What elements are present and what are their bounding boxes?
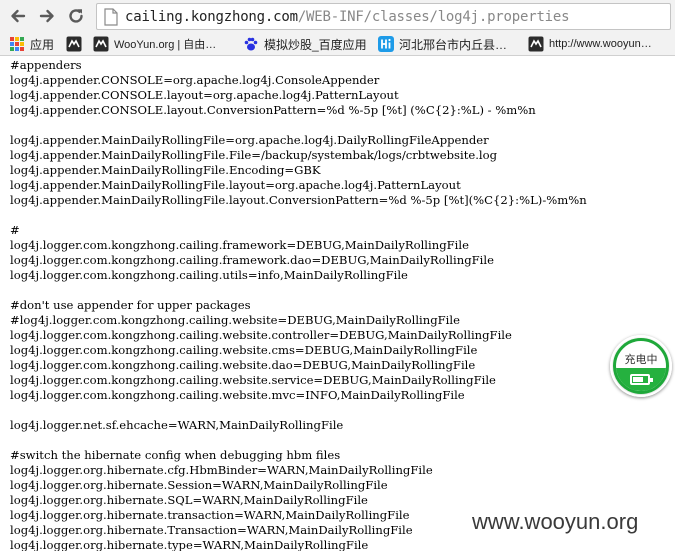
reload-icon: [69, 9, 83, 23]
file-line: log4j.logger.org.hibernate.Session=WARN,…: [10, 478, 388, 492]
file-line: log4j.logger.com.kongzhong.cailing.utils…: [10, 268, 408, 282]
file-line: log4j.logger.com.kongzhong.cailing.websi…: [10, 343, 478, 357]
bookmarks-bar: 应用 WooYun.org | 自由… 模拟炒股_百度应用 河北邢台市内丘县…: [0, 32, 675, 56]
file-line: log4j.appender.MainDailyRollingFile.layo…: [10, 193, 587, 207]
file-line: #log4j.logger.com.kongzhong.cailing.webs…: [10, 313, 460, 327]
file-line: log4j.appender.CONSOLE.layout.Conversion…: [10, 103, 536, 117]
bookmark-label: 河北邢台市内丘县…: [399, 37, 508, 52]
file-line: log4j.logger.com.kongzhong.cailing.websi…: [10, 388, 465, 402]
file-content: #appenders log4j.appender.CONSOLE=org.apa…: [10, 58, 675, 551]
battery-icon: [630, 374, 653, 385]
file-line: #switch the hibernate config when debugg…: [10, 448, 341, 462]
bookmark-hebei[interactable]: 河北邢台市内丘县…: [378, 35, 507, 53]
back-button[interactable]: [7, 5, 29, 27]
file-line: log4j.logger.com.kongzhong.cailing.websi…: [10, 328, 512, 342]
address-bar[interactable]: cailing.kongzhong.com/WEB-INF/classes/lo…: [96, 3, 671, 30]
page-content: #appenders log4j.appender.CONSOLE=org.apa…: [0, 56, 675, 551]
file-line: log4j.logger.com.kongzhong.cailing.websi…: [10, 358, 476, 372]
battery-charging-widget[interactable]: 充电中: [610, 335, 672, 397]
file-line: log4j.appender.CONSOLE=org.apache.log4j.…: [10, 73, 380, 87]
forward-button[interactable]: [36, 5, 58, 27]
url-host: cailing.kongzhong.com: [125, 8, 298, 25]
file-line: log4j.appender.MainDailyRollingFile.layo…: [10, 178, 461, 192]
bookmark-wooyun[interactable]: WooYun.org | 自由…: [93, 35, 216, 53]
reload-button[interactable]: [65, 5, 87, 27]
file-line: [10, 283, 675, 298]
bookmark-apps[interactable]: 应用: [9, 35, 54, 53]
bookmark-label: 应用: [30, 37, 55, 52]
baidu-paw-icon: [244, 37, 258, 51]
file-line: #: [10, 223, 20, 237]
file-line: log4j.appender.MainDailyRollingFile.Enco…: [10, 163, 321, 177]
url-path: /WEB-INF/classes/log4j.properties: [297, 8, 570, 25]
battery-widget-band: [616, 368, 666, 391]
page-icon: [104, 7, 118, 26]
file-line: log4j.logger.com.kongzhong.cailing.websi…: [10, 373, 496, 387]
wooyun-logo-icon: [528, 36, 544, 52]
browser-toolbar: cailing.kongzhong.com/WEB-INF/classes/lo…: [0, 0, 675, 32]
battery-level-fill: [633, 377, 643, 382]
bookmark-baidu-stocks[interactable]: 模拟炒股_百度应用: [243, 35, 367, 53]
file-line: [10, 433, 675, 448]
wooyun-logo-icon: [66, 36, 82, 52]
arrow-left-icon: [11, 9, 26, 23]
file-line: [10, 208, 675, 223]
file-line: log4j.logger.org.hibernate.SQL=WARN,Main…: [10, 493, 368, 507]
apps-grid-icon: [10, 37, 24, 51]
address-bar-url: cailing.kongzhong.com/WEB-INF/classes/lo…: [125, 8, 570, 25]
bookmark-label: WooYun.org | 自由…: [114, 39, 217, 51]
file-line: [10, 118, 675, 133]
battery-widget-face: 充电中: [613, 338, 669, 394]
wooyun-logo-icon: [93, 36, 109, 52]
file-line: log4j.logger.org.hibernate.type=WARN,Mai…: [10, 538, 369, 551]
file-line: log4j.logger.net.sf.ehcache=WARN,MainDai…: [10, 418, 344, 432]
file-line: log4j.logger.org.hibernate.cfg.HbmBinder…: [10, 463, 433, 477]
arrow-right-icon: [39, 9, 54, 23]
file-line: log4j.appender.MainDailyRollingFile=org.…: [10, 133, 489, 147]
file-line: log4j.logger.com.kongzhong.cailing.frame…: [10, 253, 494, 267]
file-line: log4j.appender.CONSOLE.layout=org.apache…: [10, 88, 399, 102]
file-line: #appenders: [10, 58, 82, 72]
bookmark-wooyun-url[interactable]: http://www.wooyun…: [528, 35, 652, 53]
file-line: [10, 403, 675, 418]
file-line: log4j.logger.com.kongzhong.cailing.frame…: [10, 238, 469, 252]
file-line: #don't use appender for upper packages: [10, 298, 251, 312]
bookmark-label: http://www.wooyun…: [549, 38, 652, 50]
battery-status-label: 充电中: [624, 354, 658, 366]
watermark-text: www.wooyun.org: [470, 509, 641, 535]
bookmark-label: 模拟炒股_百度应用: [264, 37, 367, 52]
file-line: log4j.appender.MainDailyRollingFile.File…: [10, 148, 498, 162]
hi-badge-icon: [378, 36, 394, 52]
bookmark-wooyun-icon-only[interactable]: [66, 35, 87, 53]
